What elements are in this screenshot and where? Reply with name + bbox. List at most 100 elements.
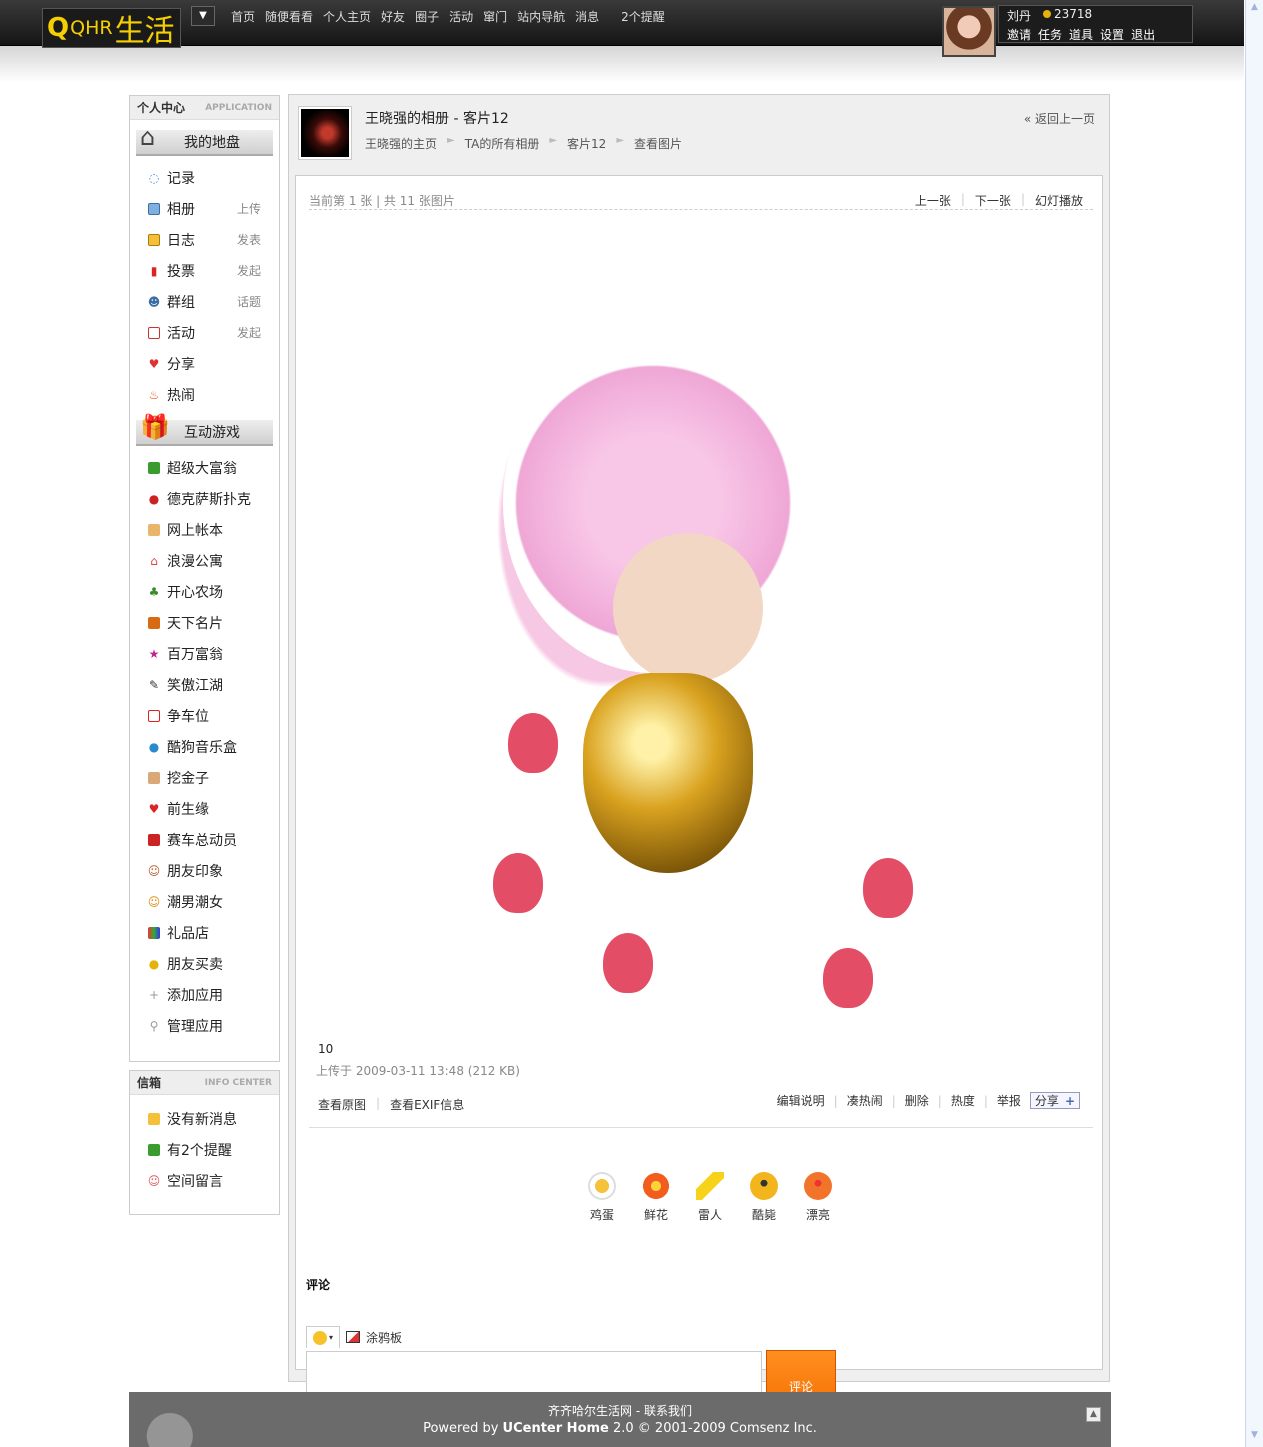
go-top-icon[interactable]: ▲	[1086, 1407, 1101, 1422]
heat-link[interactable]: 热度	[951, 1092, 975, 1109]
scroll-up-icon[interactable]: ▲	[1248, 2, 1261, 16]
edit-caption-link[interactable]: 编辑说明	[777, 1092, 825, 1109]
nav-profile[interactable]: 个人主页	[323, 8, 371, 25]
nav-home[interactable]: 首页	[231, 8, 255, 25]
delete-link[interactable]: 删除	[905, 1092, 929, 1109]
game-item[interactable]: 天下名片	[130, 607, 279, 638]
house-icon: ⌂	[140, 123, 156, 151]
game-item[interactable]: ● 朋友买卖	[130, 948, 279, 979]
nav-circles[interactable]: 圈子	[415, 8, 439, 25]
game-item[interactable]: ✎ 笑傲江湖	[130, 669, 279, 700]
manage-app-link[interactable]: ⚲ 管理应用	[130, 1010, 279, 1041]
vertical-scrollbar[interactable]: ▲ ▼	[1245, 0, 1263, 1447]
heart-icon: ♥	[148, 356, 160, 371]
logo-qhr: QHR	[70, 17, 113, 39]
sidebar-item-hot[interactable]: ♨ 热闹	[130, 379, 279, 410]
reaction-pretty[interactable]: 漂亮	[802, 1172, 834, 1223]
game-item[interactable]: 赛车总动员	[130, 824, 279, 855]
game-item[interactable]: 挖金子	[130, 762, 279, 793]
game-item[interactable]: ⌂ 浪漫公寓	[130, 545, 279, 576]
reaction-thunder[interactable]: 雷人	[694, 1172, 726, 1223]
emoticon-picker-button[interactable]: ▾	[306, 1326, 340, 1348]
view-exif-link[interactable]: 查看EXIF信息	[390, 1096, 464, 1113]
nav-events[interactable]: 活动	[449, 8, 473, 25]
nav-visit[interactable]: 窜门	[483, 8, 507, 25]
sidebar-item-event[interactable]: 活动 发起	[130, 317, 279, 348]
back-link[interactable]: « 返回上一页	[1024, 110, 1095, 127]
doodle-icon[interactable]	[346, 1331, 360, 1343]
join-in-link[interactable]: 凑热闹	[847, 1092, 883, 1109]
game-item[interactable]: ♥ 前生缘	[130, 793, 279, 824]
nav-explore[interactable]: 随便看看	[265, 8, 313, 25]
nav-friends[interactable]: 好友	[381, 8, 405, 25]
album-owner-thumbnail[interactable]	[298, 106, 352, 160]
share-button[interactable]: 分享 +	[1029, 1092, 1080, 1109]
upload-link[interactable]: 上传	[237, 200, 261, 217]
powered-brand[interactable]: UCenter Home	[503, 1421, 609, 1436]
footer-links[interactable]: 齐齐哈尔生活网 - 联系我们	[129, 1402, 1111, 1419]
reaction-cool[interactable]: 酷毙	[748, 1172, 780, 1223]
money-icon	[146, 460, 162, 476]
game-label: 潮男潮女	[167, 894, 223, 911]
guestbook-link[interactable]: ☺ 空间留言	[130, 1165, 279, 1196]
post-link[interactable]: 发表	[237, 231, 261, 248]
logout-link[interactable]: 退出	[1131, 26, 1155, 43]
sidebar-item-share[interactable]: ♥ 分享	[130, 348, 279, 379]
game-item[interactable]: 礼品店	[130, 917, 279, 948]
reaction-flower[interactable]: 鲜花	[640, 1172, 672, 1223]
prev-photo-link[interactable]: 上一张	[915, 192, 951, 209]
nav-site-nav[interactable]: 站内导航	[517, 8, 565, 25]
menu-toggle-button[interactable]: ▼	[191, 6, 215, 26]
start-poll-link[interactable]: 发起	[237, 262, 261, 279]
props-link[interactable]: 道具	[1069, 26, 1093, 43]
game-item[interactable]: 争车位	[130, 700, 279, 731]
game-item[interactable]: ♣ 开心农场	[130, 576, 279, 607]
crumb-albums[interactable]: TA的所有相册	[465, 135, 540, 152]
game-item[interactable]: ● 德克萨斯扑克	[130, 483, 279, 514]
start-event-link[interactable]: 发起	[237, 324, 261, 341]
view-original-link[interactable]: 查看原图	[318, 1096, 366, 1113]
site-logo[interactable]: Q QHR 生活	[42, 8, 181, 49]
user-name[interactable]: 刘丹	[1007, 7, 1031, 24]
topic-link[interactable]: 话题	[237, 293, 261, 310]
nav-notices[interactable]: 2个提醒	[621, 8, 665, 25]
thumbnail-image	[301, 109, 349, 157]
sidebar-item-label: 投票	[167, 263, 195, 280]
main-photo[interactable]	[463, 313, 935, 1023]
game-item[interactable]: ★ 百万富翁	[130, 638, 279, 669]
slideshow-link[interactable]: 幻灯播放	[1035, 192, 1083, 209]
app-panel-subtitle: APPLICATION	[205, 102, 272, 113]
reminders-link[interactable]: 有2个提醒	[130, 1134, 279, 1165]
nav-messages[interactable]: 消息	[575, 8, 599, 25]
sidebar-item-group[interactable]: ☻ 群组 话题	[130, 286, 279, 317]
doodle-board-link[interactable]: 涂鸦板	[366, 1329, 402, 1346]
report-link[interactable]: 举报	[997, 1092, 1021, 1109]
add-app-link[interactable]: + 添加应用	[130, 979, 279, 1010]
no-new-messages-link[interactable]: 没有新消息	[130, 1103, 279, 1134]
user-avatar[interactable]	[942, 6, 996, 57]
invite-link[interactable]: 邀请	[1007, 26, 1031, 43]
game-item[interactable]: ☺ 朋友印象	[130, 855, 279, 886]
crumb-home[interactable]: 王晓强的主页	[365, 135, 437, 152]
settings-link[interactable]: 设置	[1100, 26, 1124, 43]
game-item[interactable]: ● 酷狗音乐盒	[130, 731, 279, 762]
tasks-link[interactable]: 任务	[1038, 26, 1062, 43]
info-panel-head: 信箱 INFO CENTER	[130, 1071, 279, 1095]
scroll-down-icon[interactable]: ▼	[1248, 1430, 1261, 1444]
photo-petal	[603, 933, 653, 993]
game-item[interactable]: 网上帐本	[130, 514, 279, 545]
game-item[interactable]: ☺ 潮男潮女	[130, 886, 279, 917]
game-label: 浪漫公寓	[167, 553, 223, 570]
crumb-album[interactable]: 客片12	[567, 135, 606, 152]
sidebar-item-records[interactable]: ◌ 记录	[130, 162, 279, 193]
game-item[interactable]: 超级大富翁	[130, 452, 279, 483]
divider: |	[833, 1093, 838, 1108]
heart-badge-icon: ♥	[148, 801, 160, 816]
game-label: 超级大富翁	[167, 460, 237, 477]
next-photo-link[interactable]: 下一张	[975, 192, 1011, 209]
reaction-egg[interactable]: 鸡蛋	[586, 1172, 618, 1223]
sidebar-item-label: 分享	[167, 356, 195, 373]
sidebar-item-album[interactable]: 相册 上传	[130, 193, 279, 224]
sidebar-item-poll[interactable]: ▮ 投票 发起	[130, 255, 279, 286]
sidebar-item-blog[interactable]: 日志 发表	[130, 224, 279, 255]
